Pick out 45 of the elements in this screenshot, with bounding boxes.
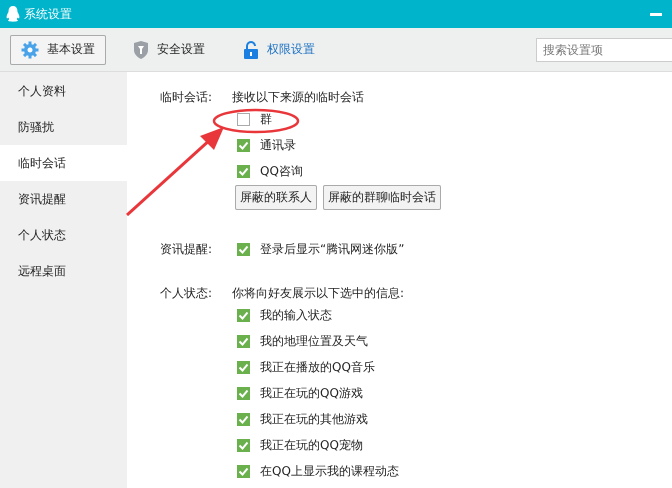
blocked-list-button[interactable]: 屏蔽的联系人: [235, 185, 317, 210]
sidebar-item[interactable]: 个人资料: [0, 73, 127, 109]
settings-tab[interactable]: 权限设置: [232, 34, 326, 64]
checkbox-label: 登录后显示“腾讯网迷你版”: [260, 240, 404, 258]
gear-icon: [21, 40, 39, 58]
checkbox[interactable]: [237, 438, 250, 452]
sidebar-item[interactable]: 资讯提醒: [0, 181, 127, 217]
checkbox-label: 我正在玩的QQ宠物: [260, 436, 363, 454]
section-label: 个人状态:: [160, 284, 214, 302]
checkbox[interactable]: [237, 360, 250, 374]
checkbox-label: 我正在播放的QQ音乐: [260, 358, 375, 376]
checkbox[interactable]: [237, 138, 250, 152]
window-title: 系统设置: [24, 6, 72, 22]
checkbox[interactable]: [237, 464, 250, 478]
sidebar-item[interactable]: 防骚扰: [0, 109, 127, 145]
settings-tab[interactable]: 基本设置: [10, 34, 106, 64]
blocked-list-button[interactable]: 屏蔽的群聊临时会话: [323, 185, 441, 210]
checkbox-label: QQ咨询: [260, 162, 303, 180]
checkbox[interactable]: [237, 386, 250, 400]
section-description: 你将向好友展示以下选中的信息:: [232, 284, 404, 302]
checkbox[interactable]: [237, 308, 250, 322]
shield-icon: [133, 40, 149, 58]
checkbox-label: 在QQ上显示我的课程动态: [260, 462, 399, 480]
checkbox-label: 我的输入状态: [260, 306, 332, 324]
checkbox[interactable]: [237, 112, 250, 126]
sidebar-item[interactable]: 临时会话: [0, 145, 127, 181]
section-label: 资讯提醒:: [160, 240, 214, 258]
settings-tab[interactable]: 安全设置: [122, 34, 216, 64]
search-field[interactable]: 搜索设置项: [536, 38, 672, 62]
lock-icon: [243, 40, 259, 58]
checkbox-label: 通讯录: [260, 136, 296, 154]
checkbox[interactable]: [237, 334, 250, 348]
section-label: 临时会话:: [160, 88, 214, 106]
checkbox[interactable]: [237, 164, 250, 178]
checkbox-label: 我的地理位置及天气: [260, 332, 368, 350]
section-description: 接收以下来源的临时会话: [232, 88, 364, 106]
checkbox-label: 群: [260, 110, 272, 128]
checkbox[interactable]: [237, 242, 250, 256]
penguin-icon: [6, 6, 20, 22]
checkbox-label: 我正在玩的其他游戏: [260, 410, 368, 428]
checkbox[interactable]: [237, 412, 250, 426]
sidebar-item[interactable]: 远程桌面: [0, 253, 127, 289]
minimize-icon[interactable]: [650, 12, 662, 16]
checkbox-label: 我正在玩的QQ游戏: [260, 384, 363, 402]
sidebar-item[interactable]: 个人状态: [0, 217, 127, 253]
